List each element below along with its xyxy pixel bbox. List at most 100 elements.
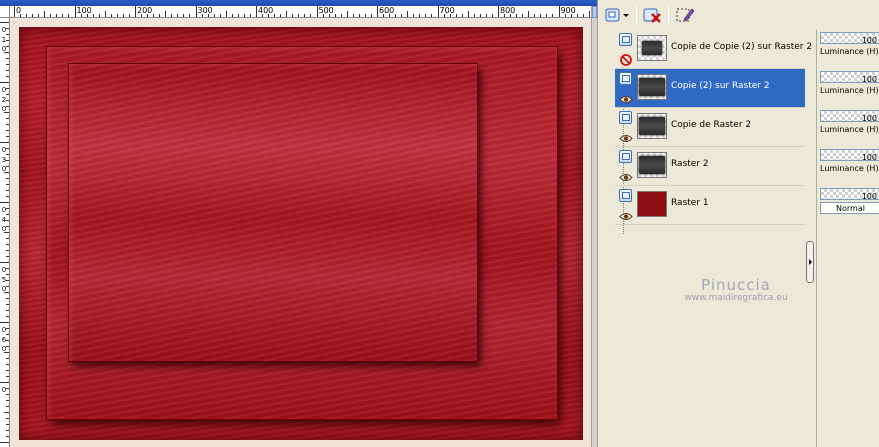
opacity-slider[interactable]: 100 <box>820 32 879 45</box>
ruler-label: 6 <box>1 335 7 344</box>
ruler-tick <box>6 298 9 299</box>
blend-mode-select[interactable]: Normal <box>820 202 879 214</box>
watermark-name: Pinuccia <box>701 276 771 294</box>
layer-name: Raster 2 <box>671 159 709 169</box>
ruler-tick <box>6 316 9 317</box>
ruler-tick <box>110 14 112 17</box>
hidden-icon[interactable] <box>619 51 633 66</box>
ruler-label: 700 <box>439 6 455 15</box>
ruler-tick <box>0 322 9 323</box>
ruler-tick <box>56 14 58 17</box>
ruler-label: 600 <box>379 6 395 15</box>
ruler-label: 0 <box>1 165 7 173</box>
eye-icon[interactable] <box>619 129 633 142</box>
ruler-tick <box>6 424 9 425</box>
ruler-tick <box>516 14 518 17</box>
ruler-tick <box>467 11 469 17</box>
raster-layer-icon <box>619 72 632 85</box>
eye-icon[interactable] <box>619 207 633 220</box>
ruler-label: 200 <box>137 6 153 15</box>
layer-properties: 100 Luminance (H) <box>820 69 879 105</box>
delete-layer-button[interactable] <box>642 5 664 25</box>
layer-row[interactable]: Copie (2) sur Raster 2 <box>615 69 805 108</box>
ruler-tick <box>419 14 421 17</box>
ruler-tick <box>225 11 227 17</box>
new-layer-button[interactable] <box>604 5 632 25</box>
ruler-tick <box>377 6 378 17</box>
ruler-tick <box>104 11 106 17</box>
ruler-tick <box>6 238 9 239</box>
ruler-tick <box>195 6 197 17</box>
ruler-tick <box>0 262 9 263</box>
image-background-panel <box>17 25 585 442</box>
blend-mode-select[interactable]: Luminance (H) <box>820 85 879 97</box>
layer-row[interactable]: Copie de Raster 2 <box>615 108 805 147</box>
ruler-tick <box>582 14 584 17</box>
opacity-value: 100 <box>861 75 877 84</box>
blend-mode-select[interactable]: Luminance (H) <box>820 46 879 58</box>
ruler-tick <box>14 6 15 17</box>
ruler-label: 5 <box>1 275 7 284</box>
ruler-tick <box>425 14 427 17</box>
layer-thumbnail <box>637 74 667 100</box>
ruler-tick <box>528 11 530 17</box>
ruler-tick <box>437 6 439 17</box>
ruler-tick <box>219 14 221 17</box>
opacity-slider[interactable]: 100 <box>820 110 879 123</box>
ruler-tick <box>558 6 560 17</box>
layer-row[interactable]: Raster 1 <box>615 186 805 225</box>
ruler-tick <box>370 14 372 17</box>
layer-row[interactable]: Copie de Copie (2) sur Raster 2 <box>615 30 812 69</box>
opacity-slider[interactable]: 100 <box>820 71 879 84</box>
psp-workspace: 0 100 200 300 400 500 600 700 800 900 01002003004… <box>0 0 879 447</box>
ruler-tick <box>0 142 9 143</box>
ruler-tick <box>98 14 100 17</box>
ruler-tick <box>159 14 161 17</box>
ruler-tick <box>116 14 118 17</box>
watermark: Pinuccia www.maidiregrafica.eu <box>671 276 801 303</box>
ruler-tick <box>231 14 233 17</box>
ruler-label: 0 <box>1 86 7 94</box>
edit-selection-button[interactable] <box>674 5 696 25</box>
ruler-tick <box>491 14 493 17</box>
blend-mode-select[interactable]: Luminance (H) <box>820 163 879 175</box>
canvas-area[interactable] <box>11 19 591 447</box>
ruler-tick <box>455 14 457 17</box>
eye-icon[interactable] <box>619 90 633 103</box>
blend-mode-select[interactable]: Luminance (H) <box>820 124 879 136</box>
opacity-slider[interactable]: 100 <box>820 149 879 162</box>
ruler-tick <box>461 14 463 17</box>
ruler-label: 0 <box>1 26 7 34</box>
edit-selection-icon <box>676 8 695 22</box>
collapse-properties-button[interactable] <box>806 241 814 283</box>
ruler-tick <box>6 406 9 407</box>
opacity-slider[interactable]: 100 <box>820 188 879 201</box>
ruler-tick <box>243 14 245 17</box>
ruler-tick <box>32 14 34 17</box>
ruler-tick <box>407 11 409 17</box>
layers-toolbar <box>598 0 879 28</box>
layers-splitter[interactable] <box>806 30 815 447</box>
ruler-label: 300 <box>197 6 213 15</box>
ruler-label: 4 <box>1 215 7 224</box>
opacity-value: 100 <box>861 36 877 45</box>
ruler-tick <box>165 11 167 17</box>
ruler-tick <box>26 14 28 17</box>
toolbar-separator <box>636 6 637 24</box>
image-window: 0 100 200 300 400 500 600 700 800 900 01002003004… <box>0 0 597 447</box>
toolbar-separator <box>668 6 669 24</box>
ruler-tick <box>310 14 312 17</box>
ruler-tick <box>286 11 288 17</box>
ruler-label: 500 <box>318 6 334 15</box>
ruler-tick <box>364 14 366 17</box>
layer-row[interactable]: Raster 2 <box>615 147 805 186</box>
ruler-tick <box>6 436 9 437</box>
layer-list: Copie de Copie (2) sur Raster 2 Copie (2)… <box>615 30 812 234</box>
eye-icon[interactable] <box>619 168 633 181</box>
ruler-tick <box>473 14 475 17</box>
ruler-tick <box>6 430 9 431</box>
ruler-tick <box>0 442 9 443</box>
ruler-tick <box>44 11 46 17</box>
ruler-tick <box>292 14 294 17</box>
raster-layer-icon <box>619 189 632 202</box>
